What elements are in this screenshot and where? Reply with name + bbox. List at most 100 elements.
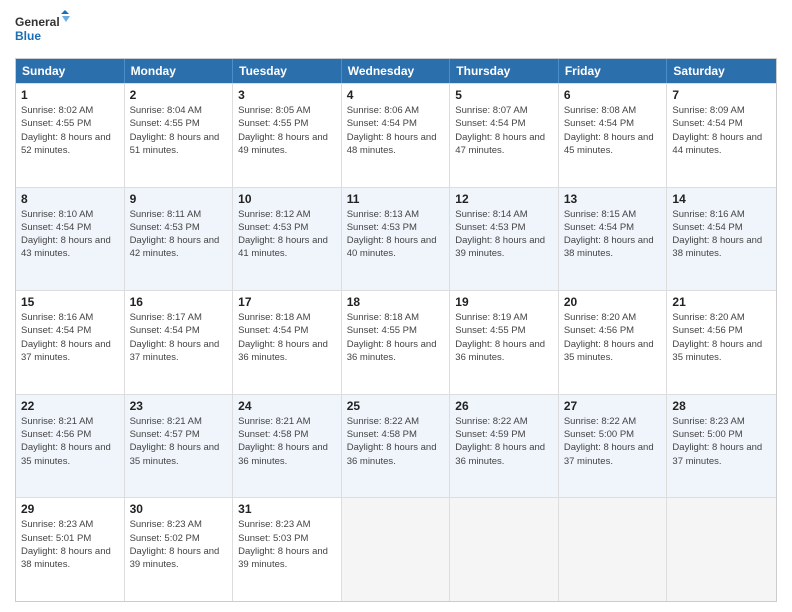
day-info: Sunrise: 8:19 AM Sunset: 4:55 PM Dayligh… — [455, 311, 553, 364]
day-info: Sunrise: 8:22 AM Sunset: 5:00 PM Dayligh… — [564, 415, 662, 468]
day-number: 18 — [347, 295, 445, 309]
day-info: Sunrise: 8:06 AM Sunset: 4:54 PM Dayligh… — [347, 104, 445, 157]
day-number: 20 — [564, 295, 662, 309]
calendar-cell: 3 Sunrise: 8:05 AM Sunset: 4:55 PM Daylig… — [233, 84, 342, 187]
logo: General Blue — [15, 10, 70, 50]
day-info: Sunrise: 8:22 AM Sunset: 4:59 PM Dayligh… — [455, 415, 553, 468]
logo-svg: General Blue — [15, 10, 70, 50]
day-info: Sunrise: 8:18 AM Sunset: 4:55 PM Dayligh… — [347, 311, 445, 364]
calendar-cell: 5 Sunrise: 8:07 AM Sunset: 4:54 PM Daylig… — [450, 84, 559, 187]
calendar-cell: 30 Sunrise: 8:23 AM Sunset: 5:02 PM Dayli… — [125, 498, 234, 601]
calendar-cell: 13Sunrise: 8:15 AM Sunset: 4:54 PM Dayli… — [559, 188, 668, 291]
day-info: Sunrise: 8:23 AM Sunset: 5:02 PM Dayligh… — [130, 518, 228, 571]
calendar-row: 8Sunrise: 8:10 AM Sunset: 4:54 PM Daylig… — [16, 187, 776, 291]
page: General Blue SundayMondayTuesdayWednesda… — [0, 0, 792, 612]
day-number: 27 — [564, 399, 662, 413]
day-number: 13 — [564, 192, 662, 206]
calendar-cell: 27 Sunrise: 8:22 AM Sunset: 5:00 PM Dayli… — [559, 395, 668, 498]
calendar-header: SundayMondayTuesdayWednesdayThursdayFrid… — [16, 59, 776, 83]
day-number: 31 — [238, 502, 336, 516]
calendar-cell: 4 Sunrise: 8:06 AM Sunset: 4:54 PM Daylig… — [342, 84, 451, 187]
calendar-cell: 16Sunrise: 8:17 AM Sunset: 4:54 PM Dayli… — [125, 291, 234, 394]
day-number: 26 — [455, 399, 553, 413]
calendar-cell: 28 Sunrise: 8:23 AM Sunset: 5:00 PM Dayli… — [667, 395, 776, 498]
calendar-cell: 24 Sunrise: 8:21 AM Sunset: 4:58 PM Dayli… — [233, 395, 342, 498]
day-number: 2 — [130, 88, 228, 102]
day-info: Sunrise: 8:13 AM Sunset: 4:53 PM Dayligh… — [347, 208, 445, 261]
day-number: 25 — [347, 399, 445, 413]
day-info: Sunrise: 8:11 AM Sunset: 4:53 PM Dayligh… — [130, 208, 228, 261]
day-number: 29 — [21, 502, 119, 516]
day-info: Sunrise: 8:08 AM Sunset: 4:54 PM Dayligh… — [564, 104, 662, 157]
header: General Blue — [15, 10, 777, 50]
calendar-cell: 15Sunrise: 8:16 AM Sunset: 4:54 PM Dayli… — [16, 291, 125, 394]
day-info: Sunrise: 8:23 AM Sunset: 5:00 PM Dayligh… — [672, 415, 771, 468]
calendar-cell: 20 Sunrise: 8:20 AM Sunset: 4:56 PM Dayli… — [559, 291, 668, 394]
day-number: 17 — [238, 295, 336, 309]
calendar-cell — [559, 498, 668, 601]
day-number: 5 — [455, 88, 553, 102]
day-number: 11 — [347, 192, 445, 206]
calendar-row: 1Sunrise: 8:02 AM Sunset: 4:55 PM Daylig… — [16, 83, 776, 187]
day-info: Sunrise: 8:23 AM Sunset: 5:01 PM Dayligh… — [21, 518, 119, 571]
calendar-cell: 2 Sunrise: 8:04 AM Sunset: 4:55 PM Daylig… — [125, 84, 234, 187]
calendar: SundayMondayTuesdayWednesdayThursdayFrid… — [15, 58, 777, 602]
calendar-cell: 23Sunrise: 8:21 AM Sunset: 4:57 PM Dayli… — [125, 395, 234, 498]
day-info: Sunrise: 8:21 AM Sunset: 4:56 PM Dayligh… — [21, 415, 119, 468]
weekday-header: Thursday — [450, 59, 559, 83]
calendar-cell — [667, 498, 776, 601]
calendar-row: 29 Sunrise: 8:23 AM Sunset: 5:01 PM Dayli… — [16, 497, 776, 601]
calendar-cell: 26 Sunrise: 8:22 AM Sunset: 4:59 PM Dayli… — [450, 395, 559, 498]
weekday-header: Friday — [559, 59, 668, 83]
day-info: Sunrise: 8:21 AM Sunset: 4:58 PM Dayligh… — [238, 415, 336, 468]
day-number: 16 — [130, 295, 228, 309]
calendar-cell: 29 Sunrise: 8:23 AM Sunset: 5:01 PM Dayli… — [16, 498, 125, 601]
day-number: 9 — [130, 192, 228, 206]
day-number: 12 — [455, 192, 553, 206]
calendar-cell: 7 Sunrise: 8:09 AM Sunset: 4:54 PM Daylig… — [667, 84, 776, 187]
day-info: Sunrise: 8:14 AM Sunset: 4:53 PM Dayligh… — [455, 208, 553, 261]
day-number: 21 — [672, 295, 771, 309]
svg-text:General: General — [15, 15, 60, 29]
calendar-cell: 10 Sunrise: 8:12 AM Sunset: 4:53 PM Dayli… — [233, 188, 342, 291]
day-info: Sunrise: 8:09 AM Sunset: 4:54 PM Dayligh… — [672, 104, 771, 157]
day-number: 3 — [238, 88, 336, 102]
weekday-header: Wednesday — [342, 59, 451, 83]
weekday-header: Sunday — [16, 59, 125, 83]
calendar-cell: 12 Sunrise: 8:14 AM Sunset: 4:53 PM Dayli… — [450, 188, 559, 291]
day-info: Sunrise: 8:21 AM Sunset: 4:57 PM Dayligh… — [130, 415, 228, 468]
calendar-cell: 18 Sunrise: 8:18 AM Sunset: 4:55 PM Dayli… — [342, 291, 451, 394]
day-number: 8 — [21, 192, 119, 206]
weekday-header: Saturday — [667, 59, 776, 83]
calendar-cell: 11 Sunrise: 8:13 AM Sunset: 4:53 PM Dayli… — [342, 188, 451, 291]
calendar-cell: 14Sunrise: 8:16 AM Sunset: 4:54 PM Dayli… — [667, 188, 776, 291]
calendar-cell: 8Sunrise: 8:10 AM Sunset: 4:54 PM Daylig… — [16, 188, 125, 291]
calendar-cell: 25Sunrise: 8:22 AM Sunset: 4:58 PM Dayli… — [342, 395, 451, 498]
day-number: 10 — [238, 192, 336, 206]
day-number: 7 — [672, 88, 771, 102]
day-number: 4 — [347, 88, 445, 102]
calendar-cell: 1Sunrise: 8:02 AM Sunset: 4:55 PM Daylig… — [16, 84, 125, 187]
calendar-cell: 19 Sunrise: 8:19 AM Sunset: 4:55 PM Dayli… — [450, 291, 559, 394]
day-info: Sunrise: 8:20 AM Sunset: 4:56 PM Dayligh… — [564, 311, 662, 364]
day-info: Sunrise: 8:07 AM Sunset: 4:54 PM Dayligh… — [455, 104, 553, 157]
weekday-header: Tuesday — [233, 59, 342, 83]
day-number: 30 — [130, 502, 228, 516]
day-number: 14 — [672, 192, 771, 206]
day-info: Sunrise: 8:12 AM Sunset: 4:53 PM Dayligh… — [238, 208, 336, 261]
calendar-cell: 9 Sunrise: 8:11 AM Sunset: 4:53 PM Daylig… — [125, 188, 234, 291]
day-number: 6 — [564, 88, 662, 102]
day-number: 19 — [455, 295, 553, 309]
svg-text:Blue: Blue — [15, 29, 41, 43]
calendar-cell: 22Sunrise: 8:21 AM Sunset: 4:56 PM Dayli… — [16, 395, 125, 498]
day-number: 28 — [672, 399, 771, 413]
day-number: 24 — [238, 399, 336, 413]
calendar-cell: 21Sunrise: 8:20 AM Sunset: 4:56 PM Dayli… — [667, 291, 776, 394]
day-info: Sunrise: 8:05 AM Sunset: 4:55 PM Dayligh… — [238, 104, 336, 157]
day-info: Sunrise: 8:04 AM Sunset: 4:55 PM Dayligh… — [130, 104, 228, 157]
day-number: 15 — [21, 295, 119, 309]
calendar-row: 15Sunrise: 8:16 AM Sunset: 4:54 PM Dayli… — [16, 290, 776, 394]
day-number: 1 — [21, 88, 119, 102]
weekday-header: Monday — [125, 59, 234, 83]
calendar-row: 22Sunrise: 8:21 AM Sunset: 4:56 PM Dayli… — [16, 394, 776, 498]
